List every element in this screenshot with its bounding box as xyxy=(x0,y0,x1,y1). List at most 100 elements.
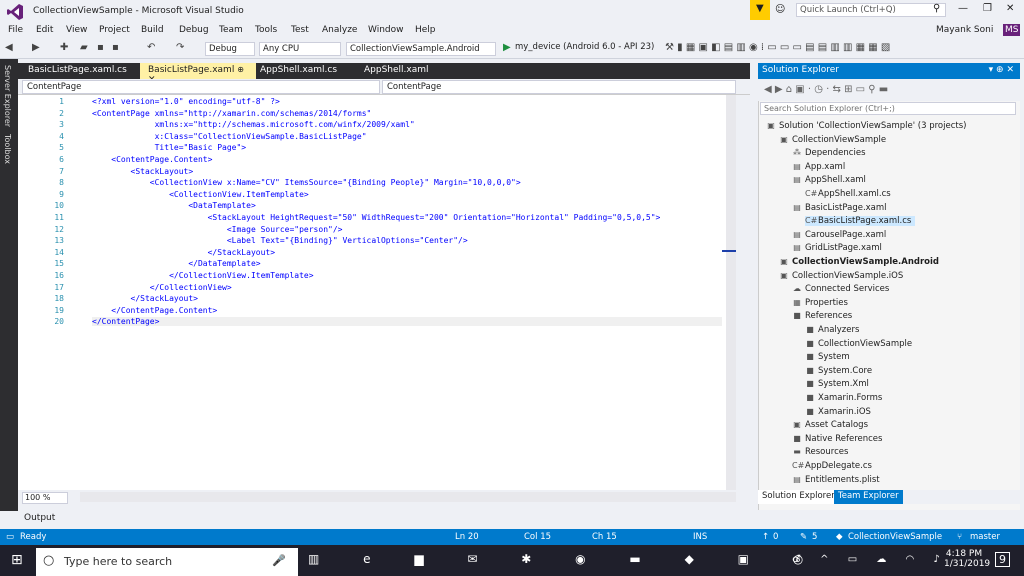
tree-item[interactable]: C#BasicListPage.xaml.cs xyxy=(805,216,916,227)
solution-explorer-search[interactable]: Search Solution Explorer (Ctrl+;) xyxy=(760,102,1016,115)
forward-icon[interactable]: ▶ xyxy=(32,42,40,53)
tree-item[interactable]: ■ System.Core xyxy=(805,366,872,376)
tree-item[interactable]: ▣ CollectionViewSample.iOS xyxy=(779,271,903,281)
pencil-icon[interactable]: ✎ xyxy=(800,532,807,542)
code-line[interactable]: x:Class="CollectionViewSample.BasicListP… xyxy=(92,132,367,141)
notification-center-icon[interactable]: 9 xyxy=(995,552,1010,567)
editor-horizontal-scrollbar[interactable] xyxy=(80,492,736,502)
startup-project-select[interactable]: CollectionViewSample.Android xyxy=(346,42,496,56)
tree-item[interactable]: ▤ Entitlements.plist xyxy=(792,475,879,485)
tree-item[interactable]: ■ System xyxy=(805,352,849,362)
code-line[interactable]: <ContentPage.Content> xyxy=(92,155,212,164)
code-line[interactable]: <StackLayout HeightRequest="50" WidthReq… xyxy=(92,213,661,222)
code-line[interactable]: </ContentPage.Content> xyxy=(92,306,217,315)
code-line[interactable]: </DataTemplate> xyxy=(92,259,260,268)
tree-item[interactable]: C#AppShell.xaml.cs xyxy=(805,189,891,199)
menu-project[interactable]: Project xyxy=(99,25,130,35)
panel-controls-icon[interactable]: ▾ ⊕ ✕ xyxy=(989,65,1014,75)
branch-icon[interactable]: ⑂ xyxy=(957,532,962,542)
restore-icon[interactable]: ❐ xyxy=(983,3,992,14)
back-icon[interactable]: ◀ xyxy=(5,42,13,53)
tree-item[interactable]: ▬ Resources xyxy=(792,447,848,457)
code-line[interactable]: </ContentPage> xyxy=(92,317,722,327)
taskbar-clock[interactable]: 4:18 PM 1/31/2019 xyxy=(944,549,990,569)
code-line[interactable]: Title="Basic Page"> xyxy=(92,143,247,152)
code-line[interactable]: <CollectionView x:Name="CV" ItemsSource=… xyxy=(92,178,521,187)
undo-icon[interactable]: ↶ xyxy=(147,42,155,53)
code-line[interactable]: </StackLayout> xyxy=(92,294,198,303)
menu-window[interactable]: Window xyxy=(368,25,404,35)
filter-icon[interactable]: ▼ xyxy=(750,0,770,20)
system-tray-icons[interactable]: ♂ ^ ▭ ☁ ◠ ♪ xyxy=(792,554,948,565)
code-line[interactable]: <Label Text="{Binding}" VerticalOptions=… xyxy=(92,236,468,245)
tree-item[interactable]: ■ References xyxy=(792,311,852,321)
tab-basiclistpage-cs[interactable]: BasicListPage.xaml.cs xyxy=(20,63,135,79)
tree-item[interactable]: ■ CollectionViewSample xyxy=(805,339,912,349)
tree-item[interactable]: ▣ Asset Catalogs xyxy=(792,420,868,430)
feedback-icon[interactable]: ☺ xyxy=(775,4,785,15)
menu-analyze[interactable]: Analyze xyxy=(322,25,357,35)
windows-start-icon[interactable]: ⊞ xyxy=(11,552,23,568)
output-tab[interactable]: Output xyxy=(24,513,55,523)
pin-icon[interactable]: ⊕ xyxy=(237,65,244,74)
menu-build[interactable]: Build xyxy=(141,25,164,35)
code-line[interactable]: <CollectionView.ItemTemplate> xyxy=(92,190,309,199)
toolbar-tools-icon[interactable]: ⚒ ▮ ▦ ▣ ◧ ▤ ▥ ◉ ⁞ ▭ ▭ ▭ ▤ ▤ ▥ ▥ ▦ ▦ ▧ xyxy=(665,42,890,53)
platform-select[interactable]: Any CPU xyxy=(259,42,341,56)
user-name[interactable]: Mayank Soni xyxy=(936,25,993,35)
editor-vertical-scrollbar[interactable] xyxy=(726,95,736,490)
tree-item[interactable]: ▤ App.xaml xyxy=(792,162,845,172)
status-changes-count[interactable]: 5 xyxy=(812,532,817,542)
redo-icon[interactable]: ↷ xyxy=(176,42,184,53)
menu-view[interactable]: View xyxy=(66,25,87,35)
code-line[interactable]: <?xml version="1.0" encoding="utf-8" ?> xyxy=(92,97,280,106)
taskbar-app-icons[interactable]: ▥ e ▆ ✉ ✱ ◉ ▬ ◆ ▣ ◎ xyxy=(308,552,823,566)
status-repo[interactable]: CollectionViewSample xyxy=(848,532,942,542)
taskbar-search-input[interactable]: ○ Type here to search 🎤 xyxy=(36,548,298,576)
tree-item[interactable]: ■ System.Xml xyxy=(805,379,869,389)
tree-item[interactable]: ▦ Properties xyxy=(792,298,848,308)
se-toolbar-icons[interactable]: ◀ ▶ ⌂ ▣ · ◷ · ⇆ ⊞ ▭ ⚲ ▬ xyxy=(764,84,888,95)
user-avatar[interactable]: MS xyxy=(1003,24,1021,36)
menu-test[interactable]: Test xyxy=(291,25,309,35)
code-line[interactable]: </StackLayout> xyxy=(92,248,275,257)
tree-item[interactable]: ▤ CarouselPage.xaml xyxy=(792,230,886,240)
close-icon[interactable]: ✕ xyxy=(1006,3,1014,14)
status-branch[interactable]: master xyxy=(970,532,1000,542)
configuration-select[interactable]: Debug xyxy=(205,42,255,56)
menu-file[interactable]: File xyxy=(8,25,23,35)
minimize-icon[interactable]: — xyxy=(958,3,968,14)
tab-basiclistpage-xaml[interactable]: BasicListPage.xaml ⊕ ✕ xyxy=(140,63,256,85)
play-icon[interactable]: ▶ xyxy=(503,42,511,53)
zoom-select[interactable]: 100 % xyxy=(22,492,68,504)
tree-item[interactable]: ▣ CollectionViewSample xyxy=(779,135,886,145)
code-line[interactable]: <StackLayout> xyxy=(92,167,194,176)
code-line[interactable]: <DataTemplate> xyxy=(92,201,255,210)
toolbox-tab[interactable]: Toolbox xyxy=(3,134,12,164)
code-line[interactable]: <ContentPage xmlns="http://xamarin.com/s… xyxy=(92,109,371,118)
menu-edit[interactable]: Edit xyxy=(36,25,53,35)
repo-icon[interactable]: ◆ xyxy=(836,532,843,542)
tree-item[interactable]: ■ Analyzers xyxy=(805,325,859,335)
save-all-icon[interactable]: ▪ xyxy=(112,42,119,53)
nav-left-select[interactable]: ContentPage xyxy=(22,80,380,94)
tree-item[interactable]: ■ Xamarin.iOS xyxy=(805,407,871,417)
tree-item[interactable]: ▣ Solution 'CollectionViewSample' (3 proj… xyxy=(766,121,966,131)
run-target-button[interactable]: my_device (Android 6.0 - API 23) xyxy=(515,42,654,52)
tree-item[interactable]: C#AppDelegate.cs xyxy=(792,461,872,471)
tab-appshell-xaml[interactable]: AppShell.xaml xyxy=(356,63,437,79)
open-folder-icon[interactable]: ▰ xyxy=(80,42,88,53)
tab-appshell-cs[interactable]: AppShell.xaml.cs xyxy=(252,63,345,79)
search-icon[interactable]: ⚲ xyxy=(933,3,940,14)
menu-team[interactable]: Team xyxy=(219,25,243,35)
code-line[interactable]: </CollectionView> xyxy=(92,283,232,292)
tree-item[interactable]: ▤ GridListPage.xaml xyxy=(792,243,882,253)
code-line[interactable]: <Image Source="person"/> xyxy=(92,225,343,234)
tree-item[interactable]: ▣ CollectionViewSample.Android xyxy=(779,257,939,267)
publish-icon[interactable]: ↑ xyxy=(762,532,769,542)
tab-solution-explorer[interactable]: Solution Explorer xyxy=(758,490,839,504)
tree-item[interactable]: ☁ Connected Services xyxy=(792,284,889,294)
menu-tools[interactable]: Tools xyxy=(255,25,277,35)
nav-right-select[interactable]: ContentPage xyxy=(382,80,736,94)
status-unpublished-count[interactable]: 0 xyxy=(773,532,778,542)
